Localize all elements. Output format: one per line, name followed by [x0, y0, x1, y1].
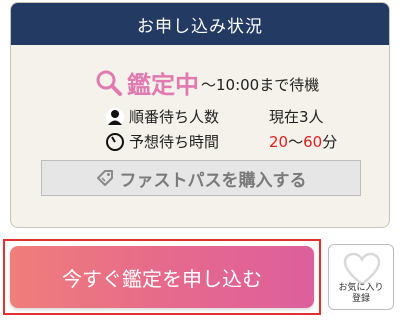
fastpass-button[interactable]: ファストパスを購入する — [41, 160, 361, 196]
tag-icon — [96, 170, 113, 186]
apply-now-button[interactable]: 今すぐ鑑定を申し込む — [10, 246, 314, 308]
apply-label: 今すぐ鑑定を申し込む — [62, 266, 262, 291]
heart-icon — [343, 252, 381, 286]
queue-row: 順番待ち人数 現在3人 — [105, 106, 324, 127]
card-header: お申し込み状況 — [11, 3, 389, 45]
clock-icon — [106, 132, 124, 151]
status-time: 〜10:00まで待機 — [201, 76, 320, 94]
wait-min: 20 — [269, 133, 289, 151]
queue-label: 順番待ち人数 — [129, 108, 220, 126]
wait-unit: 分 — [322, 133, 338, 151]
application-status-card: お申し込み状況 鑑定中 〜10:00まで待機 順番待ち人数 現在3人 予想待ち時… — [10, 2, 390, 228]
status-label: 鑑定中 — [127, 71, 199, 99]
favorite-button[interactable]: お気に入り 登録 — [328, 244, 394, 310]
person-icon — [106, 107, 124, 126]
search-icon — [96, 70, 122, 96]
fastpass-label: ファストパスを購入する — [119, 170, 307, 191]
favorite-label-line2: 登録 — [351, 294, 370, 304]
wait-sep: 〜 — [288, 133, 304, 151]
wait-label: 予想待ち時間 — [129, 133, 220, 151]
wait-time-row: 予想待ち時間 20〜60分 — [105, 131, 337, 152]
wait-value: 20〜60分 — [269, 131, 337, 152]
queue-value: 現在3人 — [269, 108, 324, 126]
favorite-label-line1: お気に入り — [338, 283, 384, 293]
wait-max: 60 — [303, 133, 323, 151]
consultation-status: 鑑定中 〜10:00まで待機 — [95, 65, 319, 100]
card-title: お申し込み状況 — [137, 16, 263, 37]
